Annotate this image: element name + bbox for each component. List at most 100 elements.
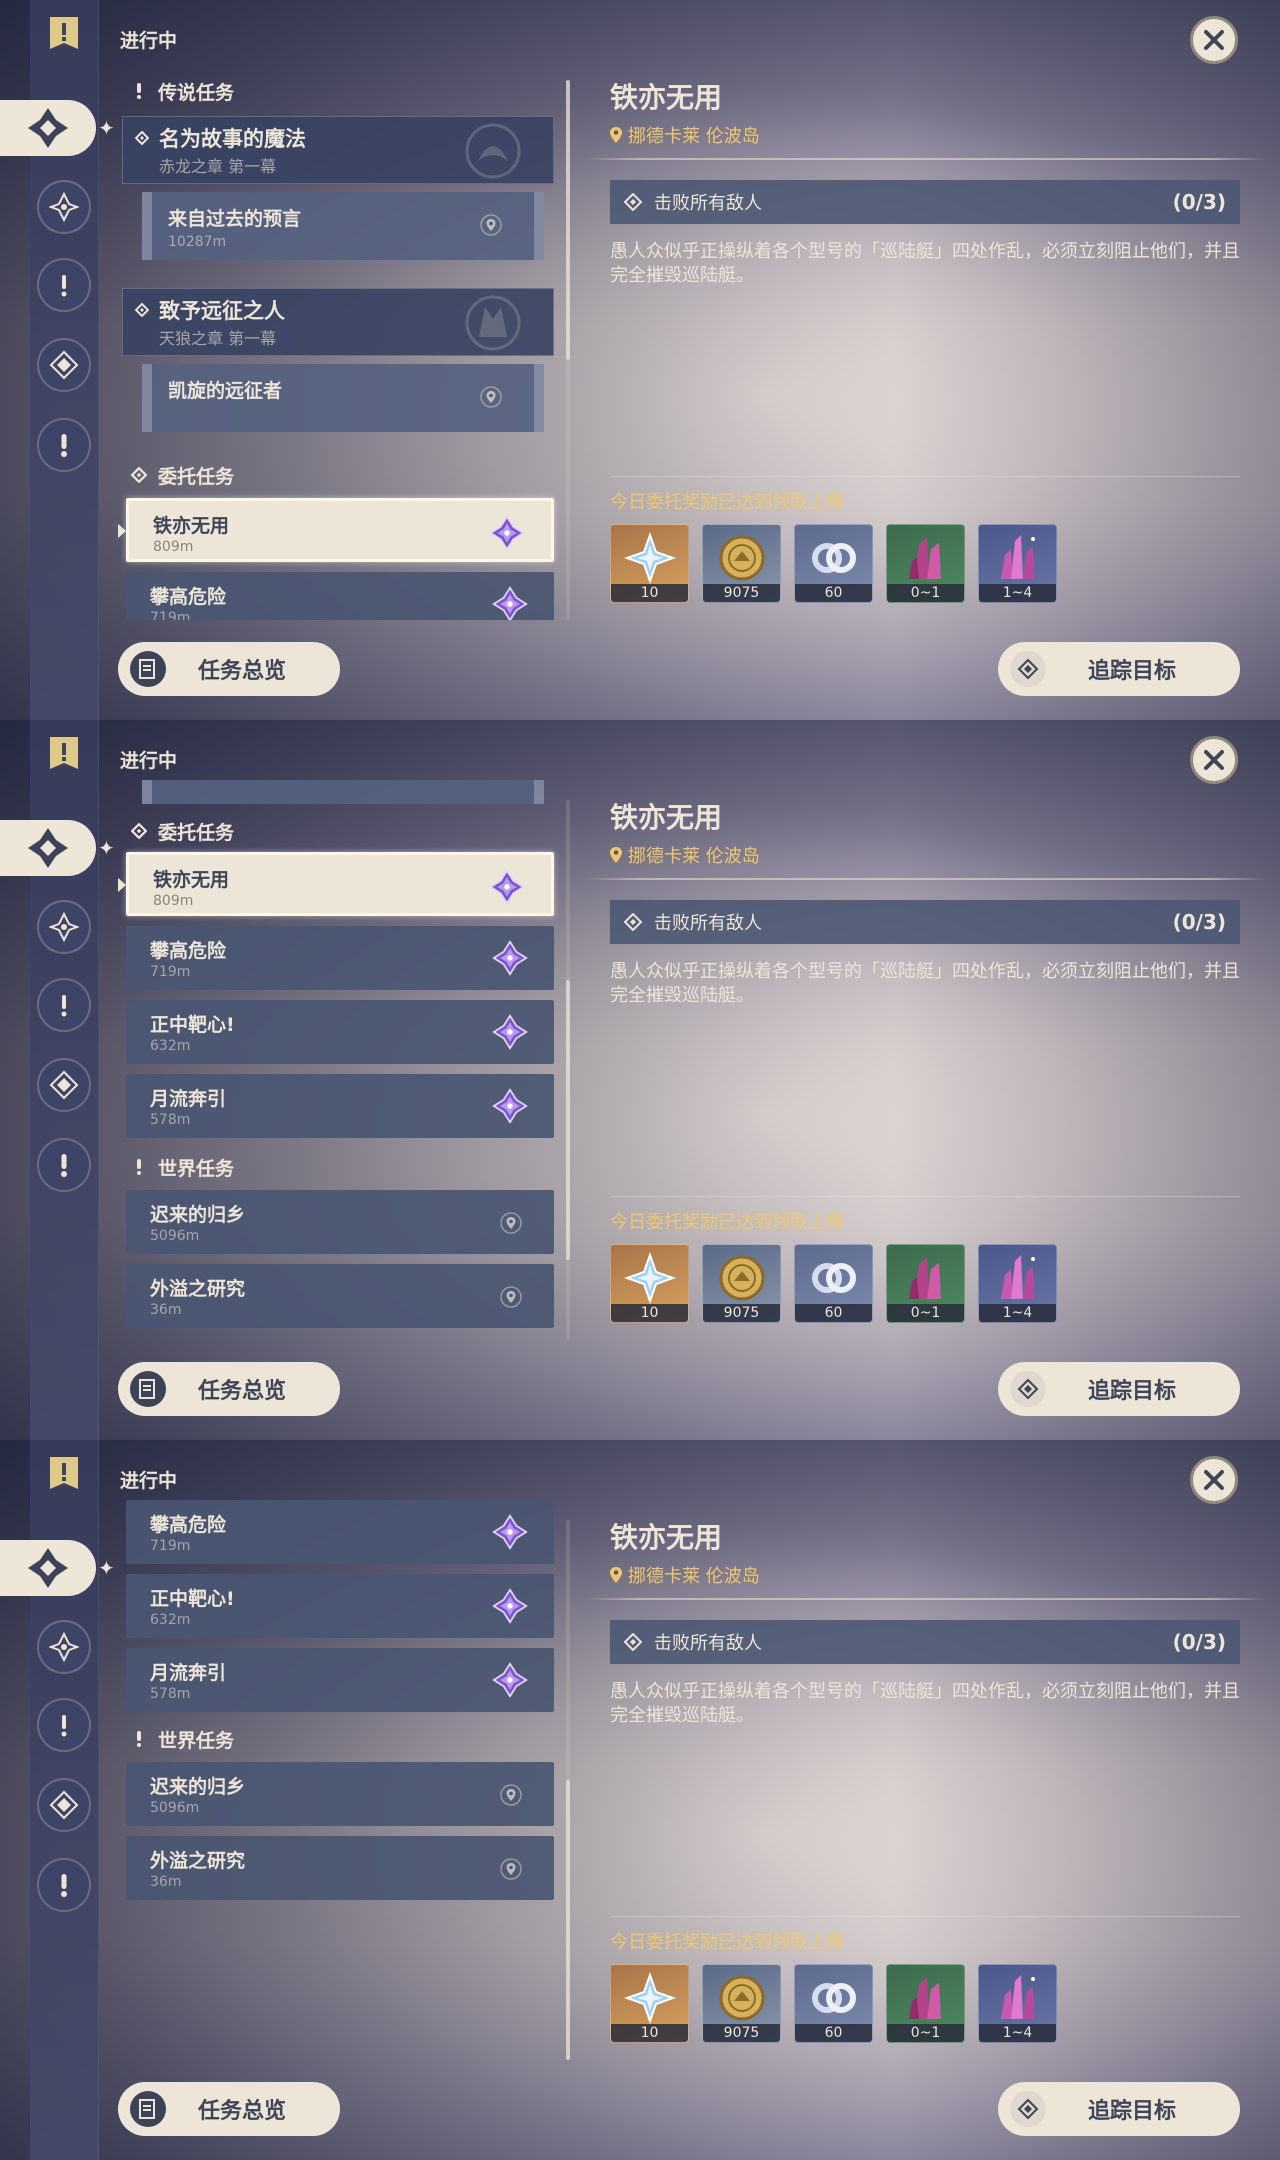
exclamation-quest-icon[interactable] [30, 1138, 98, 1192]
reward-limit-notice: 今日委托奖励已达到领取上限 [610, 492, 844, 513]
reward-item[interactable]: 9075 [702, 524, 781, 603]
exclamation-quest-icon[interactable] [30, 1858, 98, 1912]
archon-quest-icon[interactable] [30, 8, 98, 62]
commission-item[interactable]: 正中靶心! 632m [126, 1574, 554, 1638]
reward-item[interactable]: 1~4 [978, 524, 1057, 603]
wolf-emblem-icon [465, 295, 521, 351]
rewards-divider [610, 1196, 1240, 1197]
commission-item-selected[interactable]: 铁亦无用 809m [118, 498, 554, 562]
quest-list-scrollbar[interactable] [566, 80, 570, 620]
reward-item[interactable]: 60 [794, 1244, 873, 1323]
close-button[interactable] [1190, 1456, 1238, 1504]
crystal-ore-icon [909, 537, 941, 579]
crystal-ore-icon [909, 1257, 941, 1299]
reward-item[interactable]: 60 [794, 1964, 873, 2043]
rewards-divider [610, 476, 1240, 477]
legend-quest-card[interactable]: 名为故事的魔法 赤龙之章 第一幕 [122, 116, 554, 184]
commission-item[interactable]: 攀高危险 719m [126, 572, 554, 620]
mora-icon [719, 1975, 765, 2021]
archon-quest-icon[interactable] [30, 728, 98, 782]
commission-item[interactable]: 正中靶心! 632m [126, 1000, 554, 1064]
track-target-button[interactable]: 追踪目标 [998, 2082, 1240, 2136]
map-pin-icon [500, 1858, 522, 1880]
reward-item[interactable]: 10 [610, 1964, 689, 2043]
commission-badge-icon [489, 869, 525, 905]
event-quest-icon[interactable] [30, 1778, 98, 1832]
world-quest-item[interactable]: 迟来的归乡 5096m [126, 1762, 554, 1826]
in-progress-title: 进行中 [120, 750, 178, 772]
diamond-icon [135, 303, 149, 317]
reward-item[interactable]: 0~1 [886, 1964, 965, 2043]
reward-list: 10 9075 60 0~1 1~4 [610, 1964, 1057, 2043]
detail-divider [586, 878, 1266, 880]
reward-item[interactable]: 0~1 [886, 524, 965, 603]
event-quest-icon[interactable] [30, 338, 98, 392]
map-pin-icon [500, 1212, 522, 1234]
crystal-chunk-icon [1001, 535, 1035, 579]
commission-item[interactable]: 月流奔引 578m [126, 1074, 554, 1138]
scrollbar-thumb[interactable] [566, 980, 570, 1260]
story-quest-icon[interactable] [30, 900, 98, 954]
reward-item[interactable]: 1~4 [978, 1244, 1057, 1323]
quest-list[interactable]: 传说任务 名为故事的魔法 赤龙之章 第一幕 来自过去的预言 10287m 致予远… [118, 60, 560, 620]
story-quest-icon[interactable] [30, 180, 98, 234]
commission-item[interactable]: 攀高危险 719m [126, 1500, 554, 1564]
commission-badge-icon [489, 515, 525, 551]
active-star-icon: ✦ [98, 116, 115, 140]
quest-list-scrollbar[interactable] [566, 1520, 570, 2060]
companionship-exp-icon [812, 1263, 856, 1293]
selection-arrow-icon [118, 523, 126, 539]
quest-list[interactable]: 攀高危险 719m 正中靶心! 632m 月流奔引 578m 世界任务 迟来的归… [118, 1500, 560, 2060]
legend-quest-chapter: 赤龙之章 第一幕 [159, 157, 277, 176]
legend-subquest-card[interactable] [142, 780, 544, 804]
reward-item[interactable]: 10 [610, 524, 689, 603]
quest-book-icon [130, 651, 166, 687]
world-quest-icon[interactable] [30, 978, 98, 1032]
commission-item-selected[interactable]: 铁亦无用 809m [118, 852, 554, 916]
commission-small-icon [130, 822, 148, 840]
world-quest-item[interactable]: 迟来的归乡 5096m [126, 1190, 554, 1254]
track-target-button[interactable]: 追踪目标 [998, 1362, 1240, 1416]
world-quest-icon[interactable] [30, 258, 98, 312]
commission-icon[interactable] [0, 100, 96, 156]
reward-item[interactable]: 60 [794, 524, 873, 603]
commission-badge-icon [492, 1514, 528, 1550]
commission-icon[interactable] [0, 1540, 96, 1596]
reward-item[interactable]: 9075 [702, 1244, 781, 1323]
dragon-emblem-icon [465, 123, 521, 179]
legend-subquest-card[interactable]: 来自过去的预言 10287m [142, 192, 544, 260]
quest-overview-button[interactable]: 任务总览 [118, 2082, 340, 2136]
legend-quest-card[interactable]: 致予远征之人 天狼之章 第一幕 [122, 288, 554, 356]
quest-overview-button[interactable]: 任务总览 [118, 1362, 340, 1416]
track-target-button[interactable]: 追踪目标 [998, 642, 1240, 696]
close-button[interactable] [1190, 736, 1238, 784]
reward-item[interactable]: 1~4 [978, 1964, 1057, 2043]
legend-subquest-card[interactable]: 凯旋的远征者 [142, 364, 544, 432]
reward-item[interactable]: 10 [610, 1244, 689, 1323]
track-diamond-icon [1010, 1371, 1046, 1407]
archon-quest-icon[interactable] [30, 1448, 98, 1502]
quest-list-scrollbar[interactable] [566, 800, 570, 1340]
world-quest-icon[interactable] [30, 1698, 98, 1752]
event-quest-icon[interactable] [30, 1058, 98, 1112]
commission-item[interactable]: 攀高危险 719m [126, 926, 554, 990]
track-diamond-icon [1010, 651, 1046, 687]
commission-item[interactable]: 月流奔引 578m [126, 1648, 554, 1712]
exclamation-icon [130, 82, 148, 100]
story-quest-icon[interactable] [30, 1620, 98, 1674]
world-quest-item[interactable]: 外溢之研究 36m [126, 1264, 554, 1328]
quest-overview-button[interactable]: 任务总览 [118, 642, 340, 696]
section-world-header: 世界任务 [130, 1724, 234, 1754]
scrollbar-thumb[interactable] [566, 80, 570, 360]
commission-icon[interactable] [0, 820, 96, 876]
exclamation-quest-icon[interactable] [30, 418, 98, 472]
location-pin-icon [610, 127, 622, 143]
mora-icon [719, 535, 765, 581]
world-quest-item[interactable]: 外溢之研究 36m [126, 1836, 554, 1900]
quest-list[interactable]: 委托任务 铁亦无用 809m 攀高危险 719m 正中靶心! 632m 月流奔引… [118, 780, 560, 1340]
reward-item[interactable]: 9075 [702, 1964, 781, 2043]
reward-item[interactable]: 0~1 [886, 1244, 965, 1323]
companionship-exp-icon [812, 543, 856, 573]
close-button[interactable] [1190, 16, 1238, 64]
scrollbar-thumb[interactable] [566, 1780, 570, 2060]
